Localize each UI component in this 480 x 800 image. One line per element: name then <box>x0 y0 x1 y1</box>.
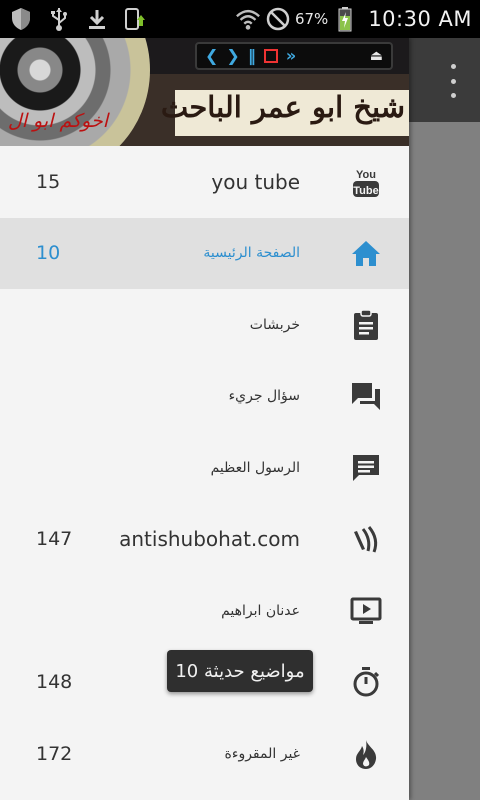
svg-text:You: You <box>356 169 376 181</box>
battery-percent: 67% <box>294 10 329 28</box>
drawer-item-adnan-ibrahim[interactable]: عدنان ابراهيم <box>0 575 409 647</box>
item-count: 172 <box>36 742 73 765</box>
drawer-menu-list: 15 you tube You Tube 10 الصفحة الرئيسية خ… <box>0 146 409 790</box>
rewind-icon: ❮ <box>205 46 219 65</box>
fire-icon <box>349 737 383 771</box>
item-label: antishubohat.com <box>119 527 300 552</box>
youtube-icon: You Tube <box>349 165 383 199</box>
item-label: الرسول العظيم <box>210 459 300 476</box>
next-icon: ❯ <box>226 46 240 65</box>
shield-icon <box>8 6 34 32</box>
drawer-item-scribbles[interactable]: خربشات <box>0 289 409 361</box>
pause-icon: ‖ <box>247 46 256 65</box>
item-label: الصفحة الرئيسية <box>203 245 300 262</box>
fast-forward-icon: » <box>285 46 297 65</box>
item-label: you tube <box>211 169 300 194</box>
banner-subtitle: اخوكم ابو ال <box>7 110 108 132</box>
drawer-item-youtube[interactable]: 15 you tube You Tube <box>0 146 409 218</box>
item-label: خربشات <box>249 316 300 333</box>
overflow-menu-icon[interactable] <box>444 64 462 98</box>
forum-icon <box>349 379 383 413</box>
drawer-scrim[interactable] <box>409 122 480 800</box>
item-label: غير المقروءة <box>224 745 300 762</box>
status-bar: 67% 10:30 AM <box>0 0 480 38</box>
battery-charging-icon <box>332 6 358 32</box>
drawer-item-great-messenger[interactable]: الرسول العظيم <box>0 432 409 504</box>
item-count: 15 <box>36 170 61 193</box>
item-label: سؤال جريء <box>228 388 300 405</box>
home-icon <box>349 236 383 270</box>
drawer-header-banner: ❮ ❯ ‖ » ⏏ شيخ ابو عمر الباحث اخوكم ابو ا… <box>0 38 409 146</box>
svg-text:Tube: Tube <box>353 185 378 197</box>
video-icon <box>349 594 383 628</box>
item-count: 10 <box>36 242 61 265</box>
phone-signal-icon <box>122 6 148 32</box>
item-label: عدنان ابراهيم <box>221 602 300 619</box>
item-count: 147 <box>36 528 73 551</box>
download-icon <box>84 6 110 32</box>
drawer-item-home[interactable]: 10 الصفحة الرئيسية <box>0 217 409 289</box>
message-icon <box>349 451 383 485</box>
item-count: 148 <box>36 671 73 694</box>
timer-icon <box>349 665 383 699</box>
clock: 10:30 AM <box>368 7 472 31</box>
drawer-item-bold-question[interactable]: سؤال جريء <box>0 361 409 433</box>
drawer-item-unread[interactable]: 172 غير المقروءة <box>0 718 409 790</box>
do-not-disturb-icon <box>265 6 291 32</box>
wifi-icon <box>235 6 261 32</box>
clipboard-icon <box>349 308 383 342</box>
banner-title: شيخ ابو عمر الباحث <box>160 90 405 124</box>
usb-icon <box>46 6 72 32</box>
stop-icon <box>263 49 278 63</box>
eject-icon: ⏏ <box>369 48 383 64</box>
media-controls-graphic: ❮ ❯ ‖ » ⏏ <box>195 42 393 70</box>
new-topics-toast: 10 مواضيع حديثة <box>167 650 313 692</box>
antenna-icon <box>349 522 383 556</box>
drawer-item-antishubohat[interactable]: 147 antishubohat.com <box>0 504 409 576</box>
